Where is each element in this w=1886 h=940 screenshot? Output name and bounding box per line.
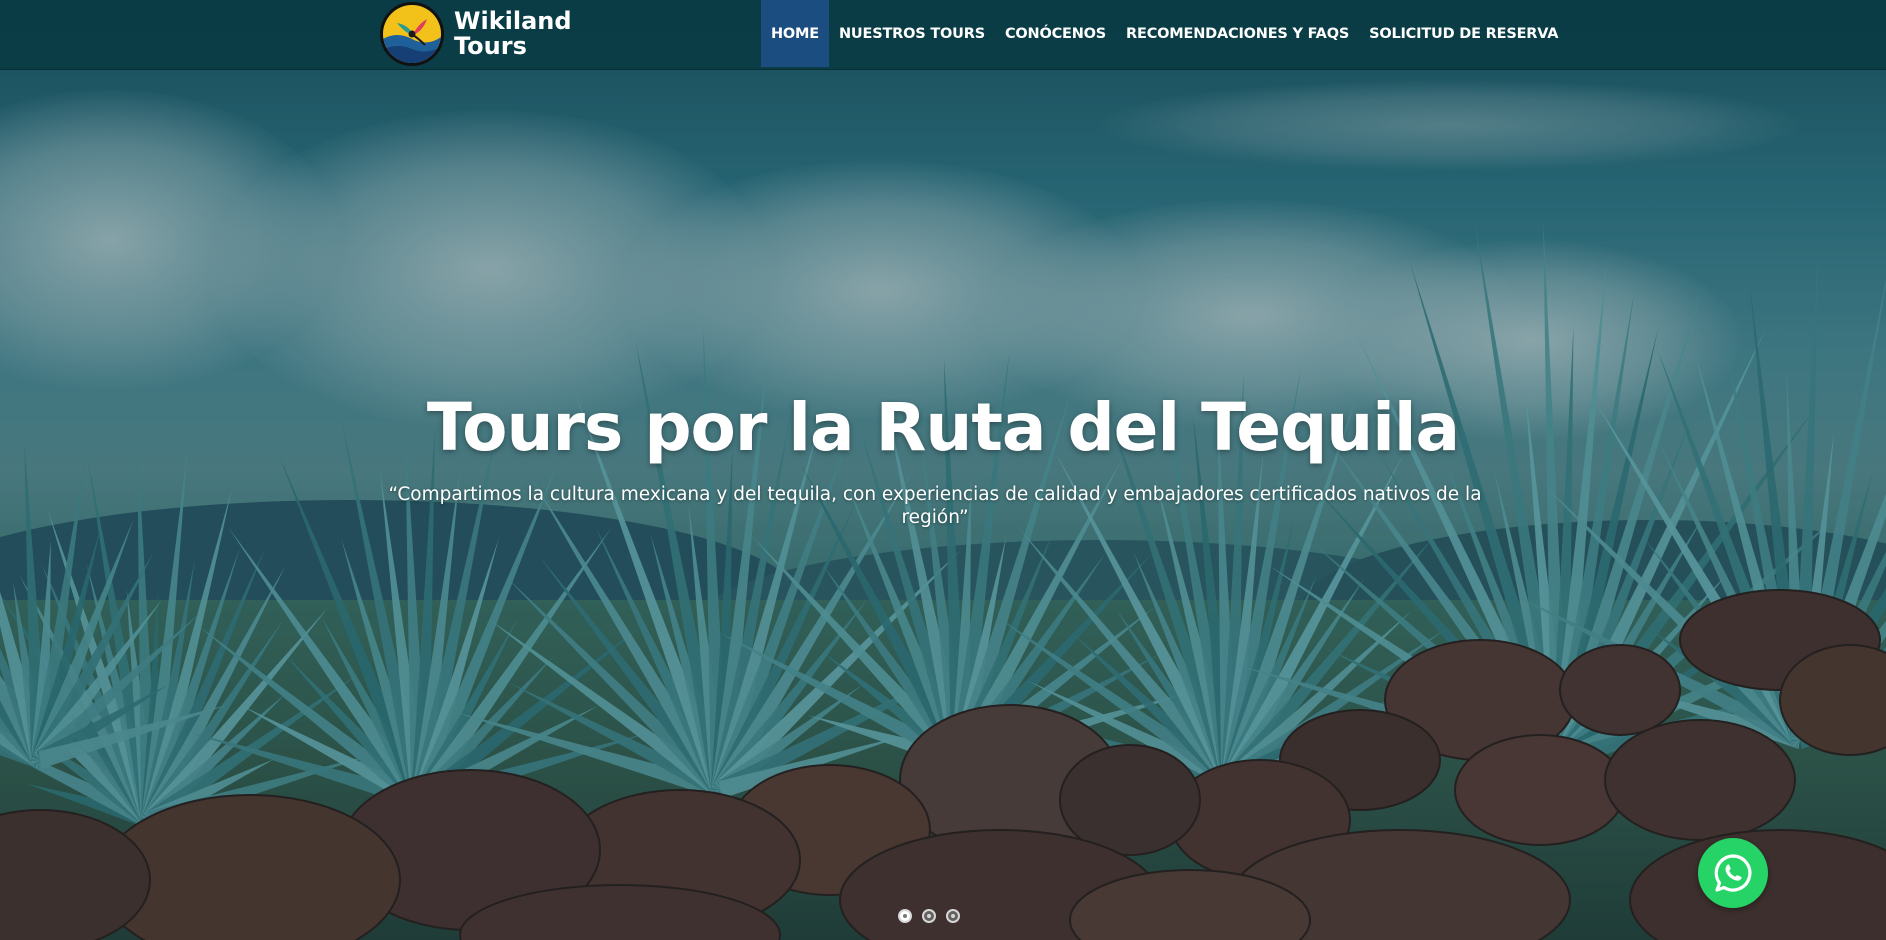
nav-item-home[interactable]: HOME — [761, 0, 829, 67]
nav-item-solicitud-reserva[interactable]: SOLICITUD DE RESERVA — [1359, 0, 1568, 67]
hero-overlay — [0, 0, 1886, 940]
brand-line2: Tours — [454, 32, 527, 60]
nav-item-recomendaciones-faqs[interactable]: RECOMENDACIONES Y FAQS — [1116, 0, 1359, 67]
brand-name: Wikiland Tours — [454, 9, 572, 59]
brand-home-link[interactable]: Wikiland Tours — [380, 2, 572, 66]
carousel-dot-3[interactable] — [946, 909, 960, 923]
carousel-indicators — [898, 909, 960, 923]
hero-quote: “Compartimos la cultura mexicana y del t… — [388, 484, 1482, 528]
page: Wikiland Tours HOME NUESTROS TOURS CONÓC… — [0, 0, 1886, 940]
whatsapp-icon — [1714, 854, 1752, 892]
main-nav: HOME NUESTROS TOURS CONÓCENOS RECOMENDAC… — [761, 0, 1568, 67]
hero-slide-image — [0, 0, 1886, 940]
hero-title: Tours por la Ruta del Tequila — [426, 389, 1460, 466]
brand-line1: Wikiland — [454, 7, 572, 35]
whatsapp-button[interactable] — [1698, 838, 1768, 908]
nav-item-nuestros-tours[interactable]: NUESTROS TOURS — [829, 0, 995, 67]
carousel-dot-1[interactable] — [898, 909, 912, 923]
nav-item-conocenos[interactable]: CONÓCENOS — [995, 0, 1116, 67]
top-navbar: Wikiland Tours HOME NUESTROS TOURS CONÓC… — [0, 0, 1886, 70]
hummingbird-logo-icon — [380, 2, 444, 66]
carousel-dot-2[interactable] — [922, 909, 936, 923]
